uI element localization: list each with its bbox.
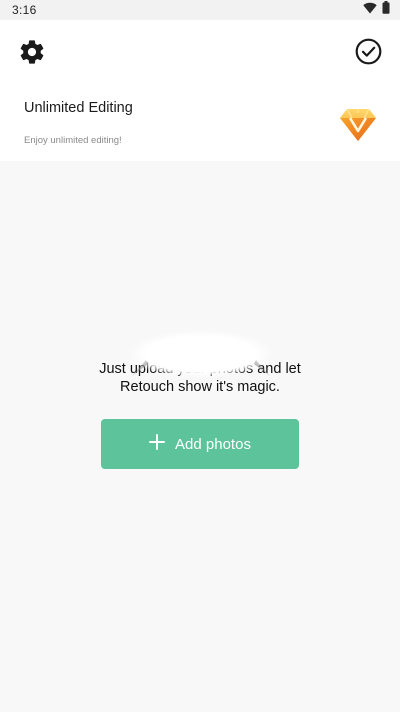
add-photos-button[interactable]: Add photos — [101, 419, 299, 469]
battery-icon — [382, 1, 390, 19]
diamond-badge-icon — [339, 107, 377, 143]
empty-state-message: Just upload your photos and let Retouch … — [60, 360, 340, 396]
wifi-icon — [363, 1, 377, 19]
status-time: 3:16 — [12, 3, 37, 17]
plus-icon — [149, 432, 166, 454]
status-icons — [363, 1, 390, 19]
settings-button[interactable] — [17, 39, 47, 69]
done-button[interactable] — [353, 38, 383, 70]
promo-subtitle: Enjoy unlimited editing! — [24, 135, 122, 146]
promo-title: Unlimited Editing — [24, 100, 133, 116]
unlimited-editing-promo[interactable]: Unlimited Editing Enjoy unlimited editin… — [0, 92, 400, 161]
check-circle-icon — [355, 38, 382, 70]
empty-state-line-1: Just upload your photos and let — [99, 361, 301, 377]
empty-state-line-2: Retouch show it's magic. — [120, 379, 280, 395]
header-card: Unlimited Editing Enjoy unlimited editin… — [0, 20, 400, 161]
add-photos-label: Add photos — [175, 435, 251, 453]
app-screen: 3:16 Unlimited Editing Enjoy unlimited e… — [0, 0, 400, 712]
gear-icon — [18, 38, 46, 71]
status-bar: 3:16 — [0, 0, 400, 20]
